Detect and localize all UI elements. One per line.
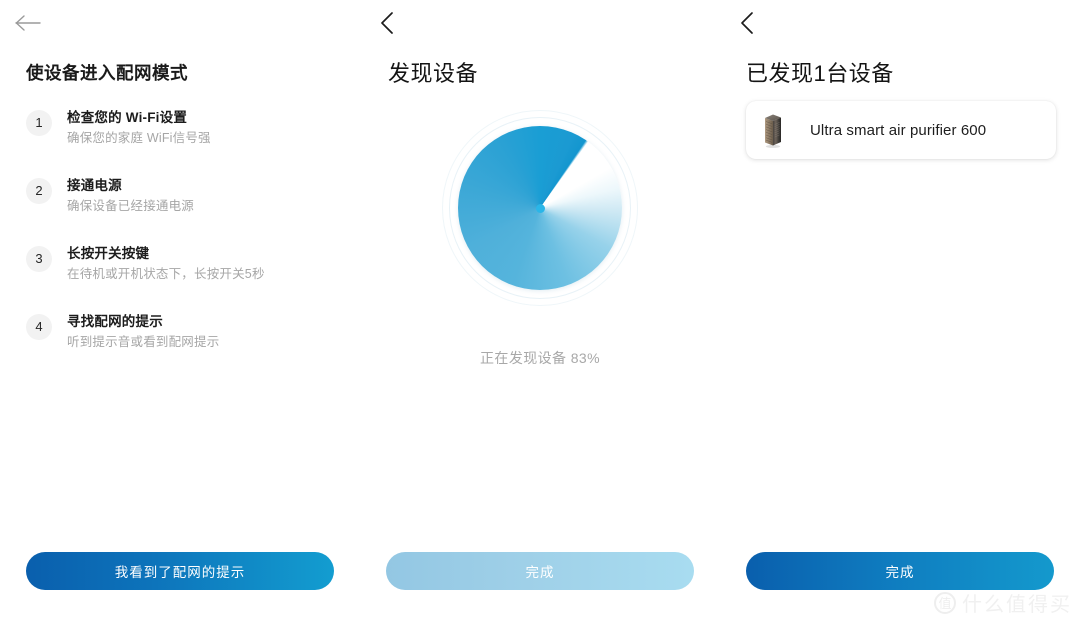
list-item: 2 接通电源 确保设备已经接通电源 bbox=[26, 176, 346, 216]
steps-list: 1 检查您的 Wi-Fi设置 确保您的家庭 WiFi信号强 2 接通电源 确保设… bbox=[26, 108, 346, 380]
step-title: 检查您的 Wi-Fi设置 bbox=[67, 110, 188, 125]
panel-setup-instructions: 使设备进入配网模式 1 检查您的 Wi-Fi设置 确保您的家庭 WiFi信号强 … bbox=[0, 0, 360, 621]
step-description: 确保您的家庭 WiFi信号强 bbox=[67, 131, 211, 145]
progress-dial bbox=[458, 126, 622, 290]
discovered-devices-list: Ultra smart air purifier 600 bbox=[746, 101, 1056, 159]
page-title: 发现设备 bbox=[388, 61, 479, 86]
confirm-pairing-hint-button[interactable]: 我看到了配网的提示 bbox=[26, 552, 334, 590]
page-title: 使设备进入配网模式 bbox=[26, 63, 188, 83]
step-title: 长按开关按键 bbox=[67, 246, 150, 261]
list-item: 4 寻找配网的提示 听到提示音或看到配网提示 bbox=[26, 312, 346, 352]
progress-ring bbox=[442, 110, 638, 306]
watermark: 值 什么值得买 bbox=[934, 588, 1072, 617]
step-number: 4 bbox=[26, 314, 52, 340]
step-description: 听到提示音或看到配网提示 bbox=[67, 335, 220, 349]
step-title: 接通电源 bbox=[67, 178, 122, 193]
panel-discovering: 发现设备 正在发现设备 83% 完成 bbox=[360, 0, 720, 621]
list-item: 1 检查您的 Wi-Fi设置 确保您的家庭 WiFi信号强 bbox=[26, 108, 346, 148]
list-item: 3 长按开关按键 在待机或开机状态下，长按开关5秒 bbox=[26, 244, 346, 284]
step-description: 在待机或开机状态下，长按开关5秒 bbox=[67, 267, 265, 281]
step-number: 1 bbox=[26, 110, 52, 136]
device-name: Ultra smart air purifier 600 bbox=[810, 121, 987, 139]
chevron-left-icon bbox=[738, 10, 758, 36]
air-purifier-icon bbox=[760, 111, 786, 149]
discovery-progress: 正在发现设备 83% bbox=[360, 110, 720, 368]
dial-hub bbox=[535, 203, 545, 213]
back-arrow-button[interactable] bbox=[14, 6, 54, 40]
watermark-badge: 值 bbox=[934, 591, 956, 614]
screenshot-root: 使设备进入配网模式 1 检查您的 Wi-Fi设置 确保您的家庭 WiFi信号强 … bbox=[0, 0, 1080, 621]
step-number: 3 bbox=[26, 246, 52, 272]
back-chevron-button[interactable] bbox=[738, 6, 778, 40]
arrow-left-icon bbox=[14, 13, 42, 33]
progress-status-text: 正在发现设备 83% bbox=[480, 350, 600, 366]
page-title: 已发现1台设备 bbox=[746, 61, 894, 86]
watermark-text: 什么值得买 bbox=[962, 594, 1072, 616]
panel-devices-found: 已发现1台设备 Ultra smart air purifier 600 完成 … bbox=[720, 0, 1080, 621]
list-item[interactable]: Ultra smart air purifier 600 bbox=[746, 101, 1056, 159]
step-number: 2 bbox=[26, 178, 52, 204]
chevron-left-icon bbox=[378, 10, 398, 36]
step-description: 确保设备已经接通电源 bbox=[67, 199, 195, 213]
step-title: 寻找配网的提示 bbox=[67, 314, 163, 329]
finish-button[interactable]: 完成 bbox=[746, 552, 1054, 590]
back-chevron-button[interactable] bbox=[378, 6, 418, 40]
finish-button[interactable]: 完成 bbox=[386, 552, 694, 590]
